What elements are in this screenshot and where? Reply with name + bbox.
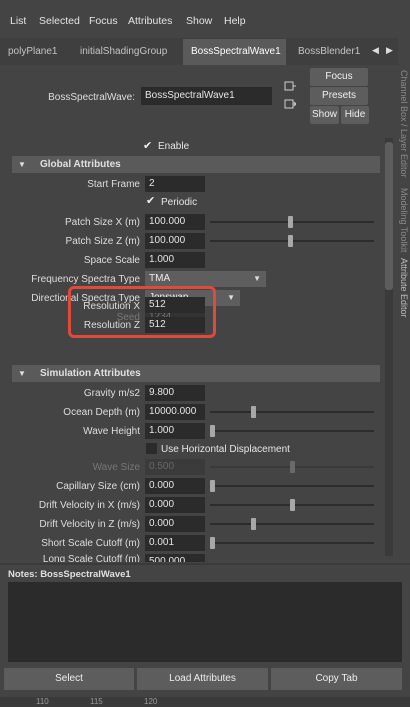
menu-focus[interactable]: Focus xyxy=(89,15,118,27)
wave-size-field: 0.500 xyxy=(145,459,205,475)
wave-height-label: Wave Height xyxy=(83,426,140,437)
section-title: Simulation Attributes xyxy=(40,368,141,379)
hide-button[interactable]: Hide xyxy=(341,106,369,124)
space-scale-label: Space Scale xyxy=(83,255,140,266)
long-scale-cutoff-row-clipped: Long Scale Cutoff (m) 500.000 xyxy=(0,554,384,562)
capillary-size-label: Capillary Size (cm) xyxy=(56,481,140,492)
show-button[interactable]: Show xyxy=(310,106,339,124)
wave-height-slider[interactable] xyxy=(210,430,374,432)
gravity-label: Gravity m/s2 xyxy=(83,388,140,399)
drift-velocity-z-slider-thumb[interactable] xyxy=(251,518,257,530)
periodic-label: Periodic xyxy=(161,197,198,208)
gravity-field[interactable]: 9.800 xyxy=(145,385,205,401)
short-scale-cutoff-label: Short Scale Cutoff (m) xyxy=(41,538,140,549)
side-tab-modeling-toolkit[interactable]: Modeling Toolkit xyxy=(399,188,409,252)
capillary-size-field[interactable]: 0.000 xyxy=(145,478,205,494)
drift-velocity-z-field[interactable]: 0.000 xyxy=(145,516,205,532)
tab-initialshadinggroup[interactable]: initialShadingGroup xyxy=(80,46,167,57)
wave-height-field[interactable]: 1.000 xyxy=(145,423,205,439)
divider xyxy=(0,563,410,565)
menu-show[interactable]: Show xyxy=(186,15,212,27)
resolution-highlight-annotation xyxy=(68,286,216,338)
patch-size-z-label: Patch Size Z (m) xyxy=(65,236,140,247)
patch-size-z-field[interactable]: 100.000 xyxy=(145,233,205,249)
frequency-spectra-type-dropdown[interactable]: TMA ▼ xyxy=(145,271,266,287)
tab-bossspectralwave1[interactable]: BossSpectralWave1 xyxy=(191,46,281,57)
side-tab-channel-box[interactable]: Channel Box / Layer Editor xyxy=(399,70,409,178)
presets-button[interactable]: Presets xyxy=(310,87,368,105)
drift-velocity-x-slider-thumb[interactable] xyxy=(289,499,295,511)
short-scale-cutoff-field[interactable]: 0.001 xyxy=(145,535,205,551)
start-frame-field[interactable]: 2 xyxy=(145,176,205,192)
short-scale-cutoff-slider-thumb[interactable] xyxy=(210,537,215,549)
capillary-size-slider-thumb[interactable] xyxy=(210,480,215,492)
output-connections-icon[interactable] xyxy=(284,98,296,110)
long-scale-cutoff-label: Long Scale Cutoff (m) xyxy=(42,554,140,562)
section-title: Global Attributes xyxy=(40,159,121,170)
ruler-tick-label: 110 xyxy=(36,697,49,706)
collapse-triangle-icon: ▼ xyxy=(18,160,26,169)
space-scale-field[interactable]: 1.000 xyxy=(145,252,205,268)
chevron-down-icon: ▼ xyxy=(253,274,261,283)
side-tab-attribute-editor[interactable]: Attribute Editor xyxy=(399,258,409,318)
tab-scroll-right-icon[interactable]: ▶ xyxy=(386,45,393,56)
menu-attributes[interactable]: Attributes xyxy=(128,15,172,27)
input-connections-icon[interactable] xyxy=(284,80,296,92)
node-name-label: BossSpectralWave: xyxy=(48,92,135,103)
menu-help[interactable]: Help xyxy=(224,15,246,27)
use-horizontal-displacement-label: Use Horizontal Displacement xyxy=(161,444,290,455)
select-button[interactable]: Select xyxy=(4,668,134,690)
use-horizontal-displacement-checkbox[interactable] xyxy=(146,443,157,454)
drift-velocity-x-label: Drift Velocity in X (m/s) xyxy=(38,500,140,511)
ocean-depth-slider-thumb[interactable] xyxy=(251,406,257,418)
patch-size-x-slider-thumb[interactable] xyxy=(287,216,293,228)
patch-size-x-field[interactable]: 100.000 xyxy=(145,214,205,230)
periodic-check-icon[interactable]: ✔ xyxy=(146,194,155,207)
drift-velocity-z-slider[interactable] xyxy=(210,523,374,525)
start-frame-label: Start Frame xyxy=(87,179,140,190)
enable-label: Enable xyxy=(158,141,190,152)
chevron-down-icon: ▼ xyxy=(227,293,235,302)
notes-textarea[interactable] xyxy=(8,582,402,662)
enable-check-icon[interactable]: ✔ xyxy=(143,139,152,152)
frequency-spectra-type-value: TMA xyxy=(149,273,171,284)
menu-selected[interactable]: Selected xyxy=(39,15,80,27)
notes-label: Notes: BossSpectralWave1 xyxy=(8,569,131,580)
ocean-depth-slider[interactable] xyxy=(210,411,374,413)
short-scale-cutoff-slider[interactable] xyxy=(210,542,374,544)
global-attributes-header[interactable]: ▼ Global Attributes xyxy=(12,156,380,173)
capillary-size-slider[interactable] xyxy=(210,485,374,487)
long-scale-cutoff-field[interactable]: 500.000 xyxy=(145,554,205,562)
load-attributes-button[interactable]: Load Attributes xyxy=(137,668,268,690)
scrollbar-thumb[interactable] xyxy=(385,142,393,290)
drift-velocity-x-field[interactable]: 0.000 xyxy=(145,497,205,513)
ruler-tick-label: 120 xyxy=(144,697,158,706)
patch-size-x-label: Patch Size X (m) xyxy=(64,217,140,228)
timeline-ruler: 110 115 120 xyxy=(0,697,410,707)
wave-size-label: Wave Size xyxy=(92,462,140,473)
node-name-field[interactable]: BossSpectralWave1 xyxy=(141,87,272,105)
copy-tab-button[interactable]: Copy Tab xyxy=(271,668,402,690)
simulation-attributes-header[interactable]: ▼ Simulation Attributes xyxy=(12,365,380,382)
frequency-spectra-type-label: Frequency Spectra Type xyxy=(31,274,140,285)
tab-polyplane1[interactable]: polyPlane1 xyxy=(8,46,57,57)
ocean-depth-field[interactable]: 10000.000 xyxy=(145,404,205,420)
focus-button[interactable]: Focus xyxy=(310,68,368,86)
menu-bar: List Selected Focus Attributes Show Help xyxy=(0,0,410,38)
wave-height-slider-thumb[interactable] xyxy=(210,425,215,437)
wave-size-slider-thumb xyxy=(289,461,295,473)
tab-bossblender1[interactable]: BossBlender1 xyxy=(298,46,360,57)
collapse-triangle-icon: ▼ xyxy=(18,369,26,378)
menu-list[interactable]: List xyxy=(10,15,26,27)
ruler-tick-label: 115 xyxy=(90,697,103,706)
drift-velocity-z-label: Drift Velocity in Z (m/s) xyxy=(39,519,140,530)
tab-scroll-left-icon[interactable]: ◀ xyxy=(372,45,379,56)
patch-size-z-slider-thumb[interactable] xyxy=(287,235,293,247)
ocean-depth-label: Ocean Depth (m) xyxy=(63,407,140,418)
